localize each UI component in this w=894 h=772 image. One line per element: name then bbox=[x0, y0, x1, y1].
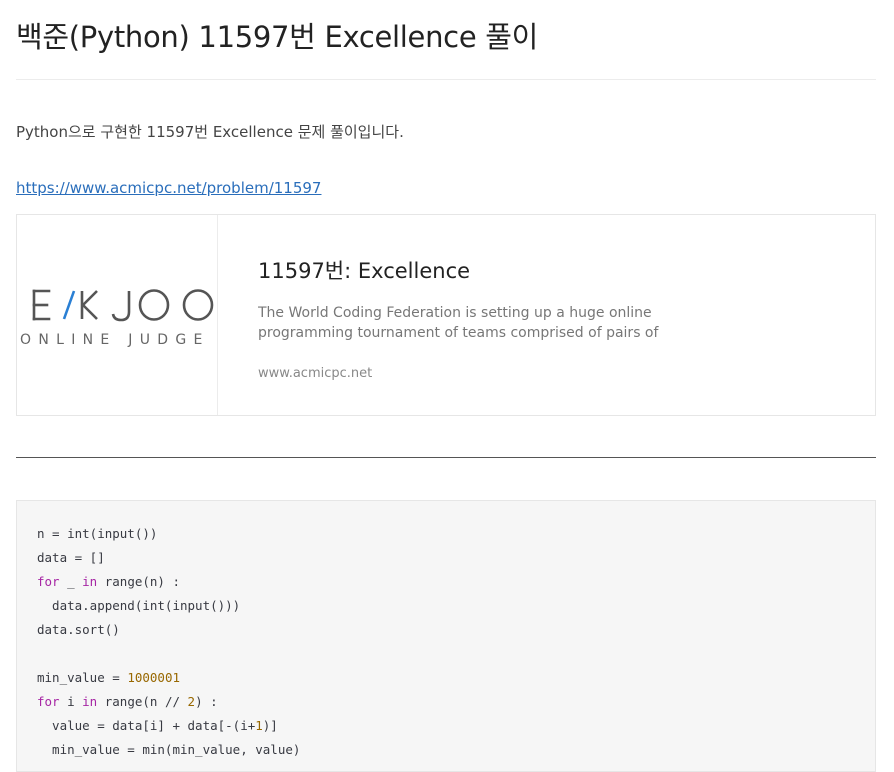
code-text: min_value = min(min_value, value) bbox=[37, 742, 301, 757]
code-line: data = [] bbox=[37, 546, 300, 570]
link-preview-thumbnail: ONLINE JUDGE bbox=[17, 215, 218, 415]
code-text: value = data[i] + data[-(i+ bbox=[37, 718, 256, 733]
link-preview-description: The World Coding Federation is setting u… bbox=[258, 305, 659, 341]
code-lines: n = int(input()) data = [] for _ in range(… bbox=[37, 522, 300, 762]
code-text: data.append(int(input())) bbox=[37, 598, 241, 613]
code-text: data = [] bbox=[37, 550, 105, 565]
code-line: min_value = 1000001 bbox=[37, 666, 300, 690]
code-text: i bbox=[59, 694, 83, 709]
code-line: min_value = min(min_value, value) bbox=[37, 738, 300, 762]
link-preview-body: 11597번: Excellence The World Coding Fede… bbox=[258, 255, 738, 381]
link-preview-domain: www.acmicpc.net bbox=[258, 366, 373, 381]
title-divider bbox=[16, 79, 876, 80]
code-keyword: for bbox=[37, 574, 60, 589]
code-number: 2 bbox=[187, 694, 196, 709]
code-text: n = int(input()) bbox=[37, 526, 158, 541]
code-text: _ bbox=[59, 574, 83, 589]
code-block: n = int(input()) data = [] for _ in range(… bbox=[16, 500, 876, 772]
code-text: )] bbox=[262, 718, 278, 733]
code-line: data.sort() bbox=[37, 618, 300, 642]
link-preview-card[interactable]: ONLINE JUDGE 11597번: Excellence The Worl… bbox=[16, 214, 876, 416]
post-intro: Python으로 구현한 11597번 Excellence 문제 풀이입니다. bbox=[16, 123, 404, 141]
code-text: data.sort() bbox=[37, 622, 120, 637]
code-text: range(n) : bbox=[97, 574, 181, 589]
code-keyword: in bbox=[82, 694, 98, 709]
code-number: 1 bbox=[255, 718, 263, 733]
code-text: min_value = bbox=[37, 670, 128, 685]
svg-text:ONLINE JUDGE: ONLINE JUDGE bbox=[20, 332, 210, 348]
code-text: ) : bbox=[195, 694, 218, 709]
problem-link[interactable]: https://www.acmicpc.net/problem/11597 bbox=[16, 179, 321, 197]
code-line: n = int(input()) bbox=[37, 522, 300, 546]
horizontal-rule bbox=[16, 457, 876, 458]
code-line: for i in range(n // 2) : bbox=[37, 690, 300, 714]
code-number: 1000001 bbox=[127, 670, 180, 685]
code-line: data.append(int(input())) bbox=[37, 594, 300, 618]
code-line: for _ in range(n) : bbox=[37, 570, 300, 594]
link-preview-title: 11597번: Excellence bbox=[258, 259, 471, 283]
code-keyword: in bbox=[82, 574, 98, 589]
code-text: range(n // bbox=[97, 694, 188, 709]
code-line: value = data[i] + data[-(i+1)] bbox=[37, 714, 300, 738]
page-title: 백준(Python) 11597번 Excellence 풀이 bbox=[16, 20, 539, 54]
code-keyword: for bbox=[37, 694, 60, 709]
baekjoon-logo: ONLINE JUDGE bbox=[20, 289, 214, 348]
